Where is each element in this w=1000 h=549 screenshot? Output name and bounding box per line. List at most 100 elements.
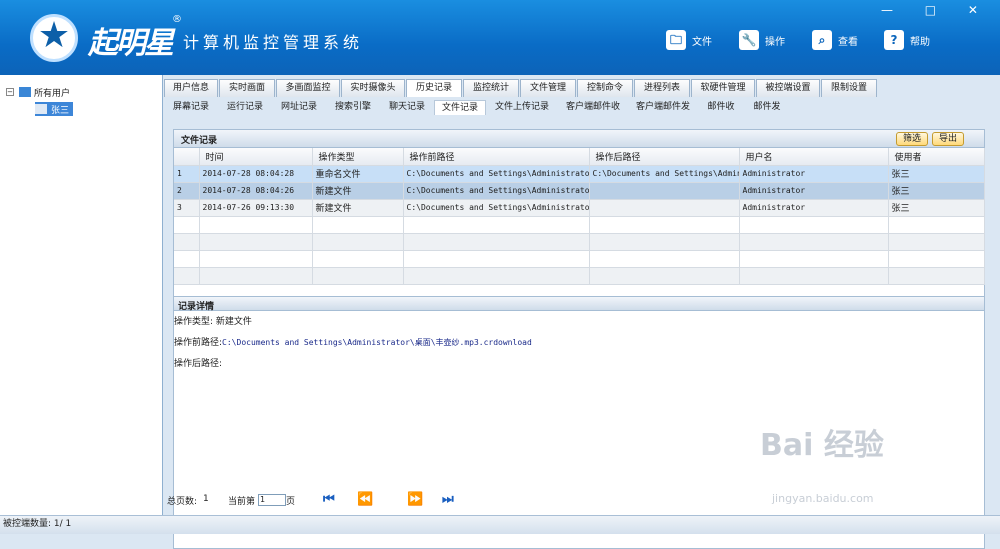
cell-time: 2014-07-26 09:13:30 [199,199,313,217]
cell-op-type: 新建文件 [312,182,404,200]
subtab-search-engine[interactable]: 搜索引擎 [326,100,380,115]
user-tree: − 所有用户 张三 [0,75,163,515]
subtab-client-mail-in[interactable]: 客户端邮件收 [558,100,628,115]
cell-before-path: C:\Documents and Settings\Administrator\… [403,182,590,200]
panel-title: 文件记录 [181,136,218,146]
detail-after-label: 操作后路径: [174,359,223,369]
tab-realtime-camera[interactable]: 实时摄像头 [341,79,405,97]
tab-multi-screen[interactable]: 多画面监控 [276,79,340,97]
row-index: 3 [174,199,200,217]
window-controls[interactable]: — □ ✕ [881,3,992,17]
detail-type-value: 新建文件 [215,317,252,327]
subtab-mail-out[interactable]: 邮件发 [744,100,790,115]
tree-root-all-users[interactable]: − 所有用户 [6,85,70,99]
registered-mark: ® [172,14,182,25]
empty-row [174,216,985,234]
detail-title: 记录详情 [178,302,215,312]
cell-username: Administrator [739,199,889,217]
cell-owner: 张三 [888,199,985,217]
cell-owner: 张三 [888,182,985,200]
current-page-input[interactable]: 1 [258,494,286,506]
cell-owner: 张三 [888,165,985,183]
brand-name: 起明星 [88,26,174,61]
prev-page-icon[interactable]: ⏪ [357,492,373,507]
cell-op-type: 新建文件 [312,199,404,217]
total-pages-value: 1 [203,494,209,504]
watermark-logo: Bai 经验 [760,428,884,463]
tab-control-commands[interactable]: 控制命令 [577,79,633,97]
col-username[interactable]: 用户名 [739,148,889,166]
cell-before-path: C:\Documents and Settings\Administrator\… [403,199,590,217]
computer-icon [35,104,47,114]
tree-item-label: 张三 [51,105,70,116]
tab-restrictions[interactable]: 限制设置 [821,79,877,97]
col-before-path[interactable]: 操作前路径 [403,148,590,166]
star-icon: ★ [37,15,71,56]
col-index [174,148,200,166]
total-pages-label: 总页数: [167,497,198,507]
table-row[interactable]: 1 2014-07-28 08:04:28 重命名文件 C:\Documents… [174,165,985,183]
subtab-file-upload[interactable]: 文件上传记录 [486,100,558,115]
help-icon: ? [884,30,904,50]
app-header: ★ 起明星 ® 计算机监控管理系统 🗀 文件 🔧 操作 ⌕ 查看 ? 帮助 — … [0,0,1000,75]
help-menu-button[interactable]: ? 帮助 [884,28,930,52]
cell-after-path: C:\Documents and Settings\Adminis [589,165,740,183]
main-tabs: 用户信息 实时画面 多画面监控 实时摄像头 历史记录 监控统计 文件管理 控制命… [164,79,878,97]
row-index: 2 [174,182,200,200]
cell-username: Administrator [739,165,889,183]
col-op-type[interactable]: 操作类型 [312,148,404,166]
tab-process-list[interactable]: 进程列表 [634,79,690,97]
col-after-path[interactable]: 操作后路径 [589,148,740,166]
current-page-label: 当前第 [228,497,256,507]
tree-root-label: 所有用户 [34,88,71,99]
file-records-table: 时间 操作类型 操作前路径 操作后路径 用户名 使用者 1 2014-07-28… [174,148,985,285]
status-bar: 被控端数量: 1/ 1 [0,515,1000,534]
next-page-icon[interactable]: ⏩ [407,492,423,507]
page-suffix: 页 [286,497,296,507]
subtab-run-records[interactable]: 运行记录 [218,100,272,115]
help-menu-label: 帮助 [910,36,930,48]
detail-after-line: 操作后路径: [174,356,222,369]
subtab-screen-records[interactable]: 屏幕记录 [164,100,218,115]
tree-item-user[interactable]: 张三 [35,102,74,116]
last-page-icon[interactable]: ⏭ [442,492,454,507]
col-owner[interactable]: 使用者 [888,148,985,166]
cell-username: Administrator [739,182,889,200]
subtab-url-records[interactable]: 网址记录 [272,100,326,115]
tab-client-settings[interactable]: 被控端设置 [756,79,820,97]
detail-header: 记录详情 [174,296,984,312]
tab-file-management[interactable]: 文件管理 [520,79,576,97]
tab-realtime-screen[interactable]: 实时画面 [219,79,275,97]
table-row[interactable]: 2 2014-07-28 08:04:26 新建文件 C:\Documents … [174,182,985,200]
first-page-icon[interactable]: ⏮ [323,492,335,507]
panel-header: 文件记录 筛选 导出 [174,130,984,148]
tab-software-hardware[interactable]: 软硬件管理 [691,79,755,97]
subtab-mail-in[interactable]: 邮件收 [698,100,744,115]
filter-button[interactable]: 筛选 [896,132,928,146]
empty-row [174,233,985,251]
collapse-icon[interactable]: − [6,88,14,96]
export-button[interactable]: 导出 [932,132,964,146]
subtab-file-records[interactable]: 文件记录 [434,100,486,115]
table-row[interactable]: 3 2014-07-26 09:13:30 新建文件 C:\Documents … [174,199,985,217]
cell-after-path [589,182,740,200]
cell-time: 2014-07-28 08:04:28 [199,165,313,183]
tab-statistics[interactable]: 监控统计 [463,79,519,97]
wrench-icon: 🔧 [739,30,759,50]
detail-before-line: 操作前路径:C:\Documents and Settings\Administ… [174,335,532,348]
view-menu-button[interactable]: ⌕ 查看 [812,28,858,52]
watermark-url: jingyan.baidu.com [772,492,874,505]
subtab-client-mail-out[interactable]: 客户端邮件发 [628,100,698,115]
subtab-chat-records[interactable]: 聊天记录 [380,100,434,115]
empty-row [174,267,985,285]
view-menu-label: 查看 [838,36,858,48]
operate-menu-button[interactable]: 🔧 操作 [739,28,785,52]
file-menu-button[interactable]: 🗀 文件 [666,28,712,52]
tab-user-info[interactable]: 用户信息 [164,79,218,97]
tab-history[interactable]: 历史记录 [406,79,462,97]
col-time[interactable]: 时间 [199,148,313,166]
cell-after-path [589,199,740,217]
cell-before-path: C:\Documents and Settings\Administrator\… [403,165,590,183]
folder-icon: 🗀 [666,30,686,50]
operate-menu-label: 操作 [765,36,785,48]
